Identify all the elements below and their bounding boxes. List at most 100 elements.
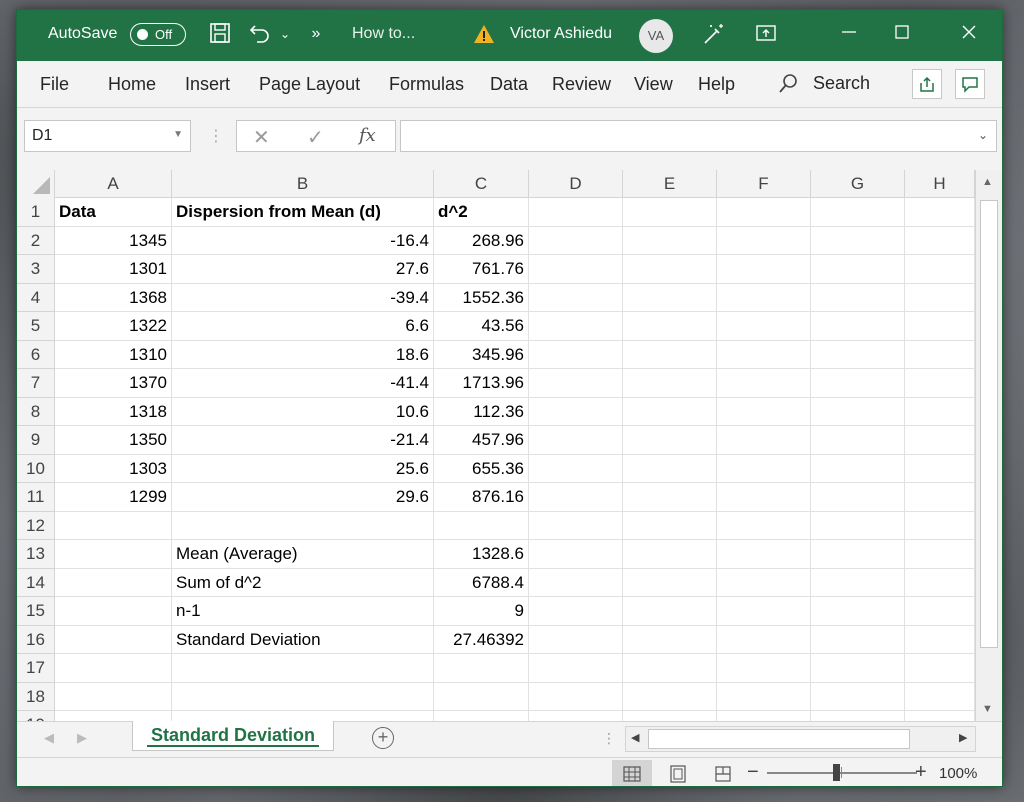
save-icon[interactable] [207, 22, 233, 50]
cell-A13[interactable] [55, 540, 172, 569]
cell-C18[interactable] [434, 682, 529, 711]
warning-icon[interactable] [473, 23, 495, 45]
cell-C8[interactable]: 112.36 [434, 397, 529, 426]
cell-B17[interactable] [172, 654, 434, 683]
cell-E18[interactable] [623, 682, 717, 711]
horizontal-scrollbar[interactable]: ◀ ▶ [625, 726, 976, 752]
cell-D10[interactable] [529, 454, 623, 483]
row-header[interactable]: 11 [17, 483, 55, 512]
cell-F14[interactable] [717, 568, 811, 597]
row-header[interactable]: 8 [17, 397, 55, 426]
more-commands-icon[interactable]: » [307, 22, 325, 46]
row-header[interactable]: 13 [17, 540, 55, 569]
cell-G8[interactable] [811, 397, 905, 426]
cell-C15[interactable]: 9 [434, 597, 529, 626]
cell-F13[interactable] [717, 540, 811, 569]
row-header[interactable]: 7 [17, 369, 55, 398]
cell-D8[interactable] [529, 397, 623, 426]
cell-F5[interactable] [717, 312, 811, 341]
select-all-button[interactable] [17, 170, 55, 198]
cell-B5[interactable]: 6.6 [172, 312, 434, 341]
cell-H16[interactable] [905, 625, 975, 654]
cell-G6[interactable] [811, 340, 905, 369]
cell-C9[interactable]: 457.96 [434, 426, 529, 455]
cell-H2[interactable] [905, 226, 975, 255]
cell-H9[interactable] [905, 426, 975, 455]
row-header[interactable]: 14 [17, 568, 55, 597]
close-icon[interactable] [957, 22, 981, 46]
menu-data[interactable]: Data [490, 74, 528, 95]
designer-wand-icon[interactable] [701, 22, 727, 52]
cell-G7[interactable] [811, 369, 905, 398]
menu-formulas[interactable]: Formulas [389, 74, 464, 95]
column-header-d[interactable]: D [529, 170, 623, 198]
zoom-slider[interactable] [767, 772, 917, 774]
cell-F1[interactable] [717, 198, 811, 227]
prev-sheet-icon[interactable]: ◀ [44, 730, 54, 746]
cell-F3[interactable] [717, 255, 811, 284]
cell-F2[interactable] [717, 226, 811, 255]
cell-B13[interactable]: Mean (Average) [172, 540, 434, 569]
column-header-h[interactable]: H [905, 170, 975, 198]
cell-C1[interactable]: d^2 [434, 198, 529, 227]
cell-A15[interactable] [55, 597, 172, 626]
cell-E15[interactable] [623, 597, 717, 626]
cell-H1[interactable] [905, 198, 975, 227]
add-sheet-icon[interactable]: + [372, 727, 394, 749]
cell-D11[interactable] [529, 483, 623, 512]
cell-H12[interactable] [905, 511, 975, 540]
name-box[interactable]: D1 ▼ [24, 120, 191, 152]
column-header-b[interactable]: B [172, 170, 434, 198]
cell-F10[interactable] [717, 454, 811, 483]
cell-B16[interactable]: Standard Deviation [172, 625, 434, 654]
cell-C3[interactable]: 761.76 [434, 255, 529, 284]
insert-function-icon[interactable]: fx [359, 125, 376, 146]
row-header[interactable]: 10 [17, 454, 55, 483]
avatar[interactable]: VA [639, 19, 673, 53]
cell-C7[interactable]: 1713.96 [434, 369, 529, 398]
cell-E4[interactable] [623, 283, 717, 312]
worksheet-grid[interactable]: A B C D E F G H 1 2 3 4 5 6 7 8 9 10 11 12 13 14 15 16 1… [17, 170, 1002, 740]
cell-E13[interactable] [623, 540, 717, 569]
cell-H14[interactable] [905, 568, 975, 597]
cell-E1[interactable] [623, 198, 717, 227]
cell-E8[interactable] [623, 397, 717, 426]
column-header-e[interactable]: E [623, 170, 717, 198]
cell-B2[interactable]: -16.4 [172, 226, 434, 255]
cell-E3[interactable] [623, 255, 717, 284]
cell-B3[interactable]: 27.6 [172, 255, 434, 284]
zoom-slider-thumb[interactable] [833, 764, 840, 781]
cell-B1[interactable]: Dispersion from Mean (d) [172, 198, 434, 227]
cell-A18[interactable] [55, 682, 172, 711]
expand-formula-icon[interactable]: ⌄ [978, 128, 988, 142]
ribbon-display-icon[interactable] [753, 22, 779, 50]
normal-view-button[interactable] [612, 760, 652, 786]
cell-F12[interactable] [717, 511, 811, 540]
cell-H5[interactable] [905, 312, 975, 341]
cell-G10[interactable] [811, 454, 905, 483]
cell-F11[interactable] [717, 483, 811, 512]
zoom-level[interactable]: 100% [939, 765, 977, 782]
autosave-toggle[interactable]: Off [130, 23, 186, 46]
formula-input[interactable]: ⌄ [400, 120, 997, 152]
cell-D4[interactable] [529, 283, 623, 312]
column-header-c[interactable]: C [434, 170, 529, 198]
cell-E10[interactable] [623, 454, 717, 483]
cell-A11[interactable]: 1299 [55, 483, 172, 512]
vertical-scroll-thumb[interactable] [980, 200, 998, 648]
cell-H10[interactable] [905, 454, 975, 483]
cell-D7[interactable] [529, 369, 623, 398]
cell-E6[interactable] [623, 340, 717, 369]
name-box-dropdown-icon[interactable]: ▼ [173, 129, 183, 140]
cell-A1[interactable]: Data [55, 198, 172, 227]
cell-G11[interactable] [811, 483, 905, 512]
menu-page-layout[interactable]: Page Layout [259, 74, 360, 95]
cell-B18[interactable] [172, 682, 434, 711]
cell-F17[interactable] [717, 654, 811, 683]
cell-C10[interactable]: 655.36 [434, 454, 529, 483]
sheet-tab-standard-deviation[interactable]: Standard Deviation [132, 721, 334, 751]
cell-A8[interactable]: 1318 [55, 397, 172, 426]
minimize-icon[interactable] [837, 22, 861, 46]
cell-D15[interactable] [529, 597, 623, 626]
cell-D17[interactable] [529, 654, 623, 683]
